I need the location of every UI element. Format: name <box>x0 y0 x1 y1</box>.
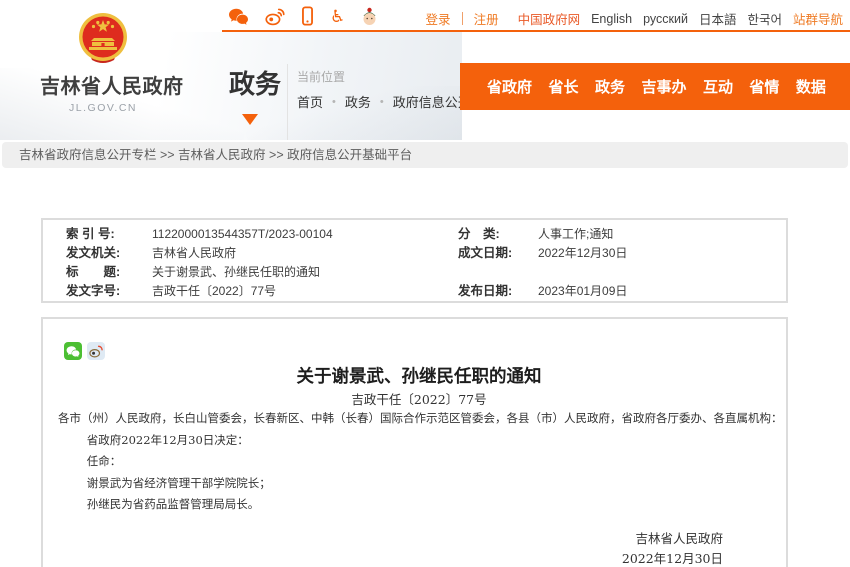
meta-docnum-value: 吉政干任〔2022〕77号 <box>152 284 277 298</box>
signature-date: 2022年12月30日 <box>621 550 723 566</box>
meta-publish-date-value: 2023年01月09日 <box>538 284 628 298</box>
breadcrumb: 吉林省政府信息公开专栏 >> 吉林省人民政府 >> 政府信息公开基础平台 <box>2 142 848 168</box>
nav-item-provincial-government[interactable]: 省政府 <box>487 76 532 97</box>
crumb-separator: • <box>379 95 384 108</box>
header-divider <box>287 64 288 140</box>
meta-issuer-value: 吉林省人民政府 <box>152 246 237 260</box>
wechat-icon[interactable] <box>228 7 249 26</box>
signature-block: 吉林省人民政府 2022年12月30日 <box>58 529 780 567</box>
meta-index-value: 1122000013544357T/2023-00104 <box>152 227 333 241</box>
login-register-divider <box>461 12 463 25</box>
register-link[interactable]: 注册 <box>474 9 499 28</box>
meta-category-label: 分 类: <box>458 227 500 241</box>
link-russian[interactable]: русский <box>643 12 688 26</box>
meta-title-value: 关于谢景武、孙继民任职的通知 <box>152 265 321 279</box>
meta-issuer-label: 发文机关: <box>66 246 121 260</box>
table-row: 索 引 号: 1122000013544357T/2023-00104 分 类:… <box>66 225 786 244</box>
accessibility-icon[interactable]: ♿ <box>330 8 345 25</box>
crumb-home[interactable]: 首页 <box>297 92 323 111</box>
national-emblem-icon <box>79 13 127 63</box>
document-meta-table: 索 引 号: 1122000013544357T/2023-00104 分 类:… <box>41 218 788 303</box>
nav-item-interaction[interactable]: 互动 <box>703 76 733 97</box>
signature-name: 吉林省人民政府 <box>635 530 723 546</box>
document-body: 各市（州）人民政府，长白山管委会，长春新区、中韩（长春）国际合作示范区管委会，各… <box>58 408 783 516</box>
meta-category-value: 人事工作;通知 <box>538 227 614 241</box>
topbar-links: 登录 注册 中国政府网 English русский 日本語 한국어 站群导航 <box>426 9 843 28</box>
paragraph: 各市（州）人民政府，长白山管委会，长春新区、中韩（长春）国际合作示范区管委会，各… <box>58 411 783 425</box>
paragraph: 孙继民为省药品监督管理局局长。 <box>86 497 260 511</box>
link-english[interactable]: English <box>591 12 632 26</box>
paragraph: 任命： <box>86 454 122 468</box>
paragraph: 谢景武为省经济管理干部学院院长； <box>86 475 271 490</box>
site-logo[interactable]: 吉林省人民政府 JL.GOV.CN <box>40 12 184 114</box>
nav-item-jishiban[interactable]: 吉事办 <box>641 76 686 97</box>
nav-item-data[interactable]: 数据 <box>796 76 826 97</box>
location-label: 当前位置 <box>297 70 346 84</box>
wechat-share-icon[interactable] <box>64 342 82 360</box>
meta-docnum-label: 发文字号: <box>66 284 121 298</box>
site-domain: JL.GOV.CN <box>69 102 137 114</box>
mobile-icon[interactable] <box>301 6 314 26</box>
link-china-gov[interactable]: 中国政府网 <box>518 9 581 28</box>
crumb-separator: • <box>332 95 336 108</box>
section-title[interactable]: 政务 <box>229 64 281 101</box>
table-row: 发文机关: 吉林省人民政府 成文日期: 2022年12月30日 <box>66 244 786 263</box>
meta-title-label: 标 题: <box>66 265 121 279</box>
meta-written-date-label: 成文日期: <box>458 246 513 260</box>
link-site-group-nav[interactable]: 站群导航 <box>793 9 843 28</box>
meta-written-date-value: 2022年12月30日 <box>538 246 628 260</box>
share-icons <box>64 342 780 360</box>
table-row: 发文字号: 吉政干任〔2022〕77号 发布日期: 2023年01月09日 <box>66 282 786 301</box>
section-block: 政务 <box>229 64 281 125</box>
location-block: 当前位置 首页 • 政务 • 政府信息公开 <box>297 68 471 111</box>
nav-item-province-profile[interactable]: 省情 <box>749 76 779 97</box>
meta-publish-date-label: 发布日期: <box>458 284 513 298</box>
page-title: 关于谢景武、孙继民任职的通知 <box>296 367 542 387</box>
table-row: 标 题: 关于谢景武、孙继民任职的通知 <box>66 263 786 282</box>
nav-item-governor[interactable]: 省长 <box>548 76 578 97</box>
login-link[interactable]: 登录 <box>426 9 451 28</box>
topbar-social-icons: ♿ <box>228 4 378 28</box>
main-navigation: 省政府 省长 政务 吉事办 互动 省情 数据 <box>460 63 850 110</box>
link-korean[interactable]: 한국어 <box>747 9 782 28</box>
mascot-icon[interactable] <box>361 6 378 27</box>
link-japanese[interactable]: 日本語 <box>699 9 737 28</box>
nav-item-government-affairs[interactable]: 政务 <box>595 76 625 97</box>
crumb-zhengwu[interactable]: 政务 <box>345 92 371 111</box>
location-crumbs: 首页 • 政务 • 政府信息公开 <box>297 92 471 111</box>
chevron-down-icon <box>242 114 258 125</box>
breadcrumb-text: 吉林省政府信息公开专栏 >> 吉林省人民政府 >> 政府信息公开基础平台 <box>19 148 413 162</box>
weibo-icon[interactable] <box>265 7 285 26</box>
meta-index-label: 索 引 号: <box>66 227 115 241</box>
site-name: 吉林省人民政府 <box>40 76 184 98</box>
jilin-gov-page: ♿ 登录 注册 中国政府网 English русский 日本語 한국어 站群… <box>0 0 850 567</box>
paragraph: 省政府2022年12月30日决定： <box>86 432 249 447</box>
document-number: 吉政干任〔2022〕77号 <box>351 392 487 407</box>
document-content: 关于谢景武、孙继民任职的通知 吉政干任〔2022〕77号 各市（州）人民政府，长… <box>41 317 788 567</box>
weibo-share-icon[interactable] <box>87 342 105 360</box>
